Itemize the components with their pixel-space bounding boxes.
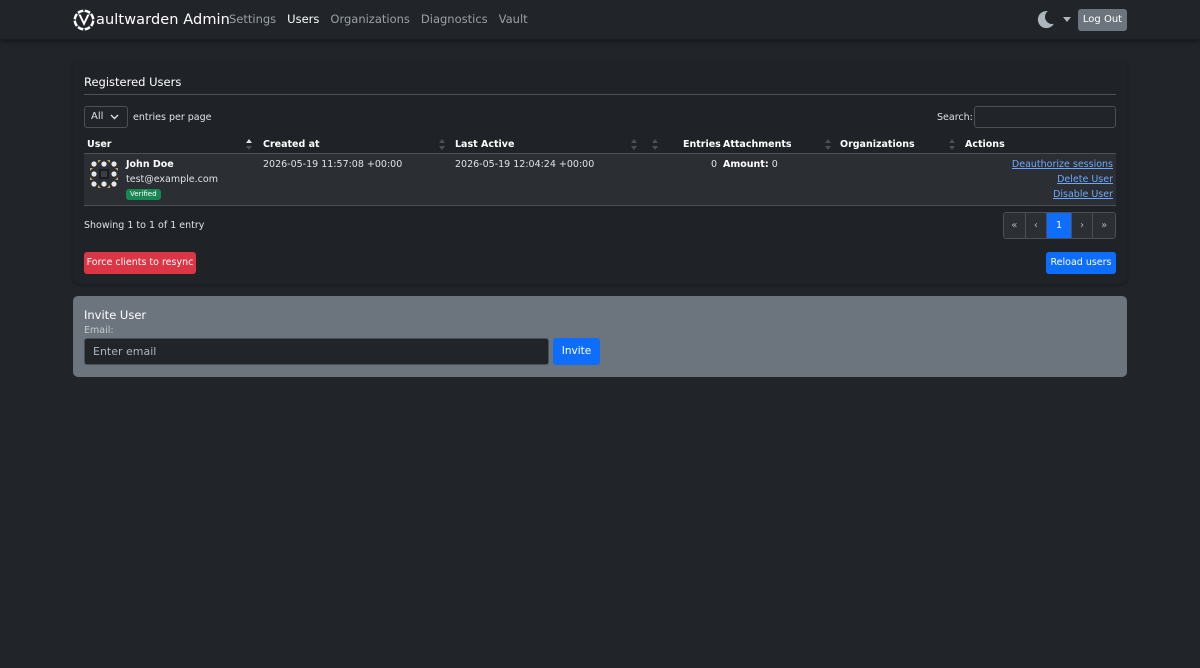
main-nav: Settings Users Organizations Diagnostics…: [229, 12, 539, 26]
verified-badge: Verified: [126, 189, 161, 200]
nav-settings[interactable]: Settings: [229, 12, 276, 26]
search-label: Search:: [937, 112, 973, 123]
nav-users[interactable]: Users: [287, 12, 319, 26]
registered-users-card: Registered Users All entries per page Se…: [73, 62, 1127, 284]
col-last-active[interactable]: Last Active: [455, 139, 514, 150]
sort-icon[interactable]: [631, 139, 637, 150]
top-navbar: aultwarden Admin Settings Users Organiza…: [0, 0, 1200, 40]
entries-per-page-label: entries per page: [133, 112, 212, 123]
registered-users-title: Registered Users: [84, 75, 182, 89]
email-label: Email:: [84, 325, 114, 336]
page-1-button[interactable]: 1: [1047, 213, 1072, 238]
chevron-down-icon: [110, 114, 119, 120]
created-at-cell: 2026-05-19 11:57:08 +00:00: [263, 159, 403, 170]
col-attachments[interactable]: Attachments: [723, 139, 792, 150]
sort-icon[interactable]: [652, 139, 658, 150]
invite-user-title: Invite User: [84, 308, 147, 322]
col-entries[interactable]: Entries: [683, 139, 721, 150]
title-divider: [84, 94, 1116, 95]
invite-user-card: Invite User Email: Invite: [73, 296, 1127, 377]
page-last-button[interactable]: »: [1093, 213, 1115, 238]
col-created-at[interactable]: Created at: [263, 139, 320, 150]
delete-user-link[interactable]: Delete User: [1057, 174, 1113, 185]
brand-title: aultwarden Admin: [96, 12, 230, 28]
sort-icon[interactable]: [825, 139, 831, 150]
disable-user-link[interactable]: Disable User: [1053, 189, 1113, 200]
attachments-amount-label: Amount:: [723, 159, 769, 170]
page-first-button[interactable]: «: [1004, 213, 1026, 238]
invite-button[interactable]: Invite: [553, 338, 600, 365]
theme-toggle-button[interactable]: [1036, 10, 1071, 29]
entries-cell: 0: [711, 159, 718, 170]
attachments-amount-value: 0: [771, 159, 778, 170]
users-table-header: User Created at Last Active Entries Atta…: [84, 136, 1116, 154]
entries-per-page-value: All: [91, 111, 104, 122]
attachments-cell: Amount: 0: [723, 159, 778, 170]
sort-icon[interactable]: [439, 139, 445, 150]
user-name: John Doe: [126, 159, 174, 170]
nav-vault[interactable]: Vault: [499, 12, 528, 26]
logout-button[interactable]: Log Out: [1078, 9, 1127, 31]
deauthorize-sessions-link[interactable]: Deauthorize sessions: [1012, 159, 1113, 170]
user-email: test@example.com: [126, 174, 218, 185]
identicon-avatar: [90, 160, 118, 188]
moon-icon: [1037, 11, 1054, 29]
table-row: John Doe test@example.com Verified 2026-…: [84, 154, 1116, 206]
brand-link[interactable]: aultwarden Admin: [73, 8, 230, 32]
entries-per-page-select[interactable]: All: [84, 106, 128, 128]
col-user[interactable]: User: [87, 139, 112, 150]
force-resync-button[interactable]: Force clients to resync: [84, 252, 196, 274]
nav-organizations[interactable]: Organizations: [330, 12, 410, 26]
col-actions: Actions: [965, 139, 1005, 150]
page-prev-button[interactable]: ‹: [1025, 213, 1048, 238]
sort-asc-icon[interactable]: [246, 139, 252, 150]
last-active-cell: 2026-05-19 12:04:24 +00:00: [455, 159, 595, 170]
page-next-button[interactable]: ›: [1071, 213, 1094, 238]
reload-users-button[interactable]: Reload users: [1046, 252, 1116, 274]
pagination: « ‹ 1 › »: [1003, 212, 1116, 239]
search-input[interactable]: [974, 106, 1116, 128]
vaultwarden-logo-icon: [73, 9, 95, 31]
sort-icon[interactable]: [949, 139, 955, 150]
nav-diagnostics[interactable]: Diagnostics: [421, 12, 488, 26]
col-organizations[interactable]: Organizations: [840, 139, 915, 150]
caret-down-icon: [1063, 17, 1071, 22]
table-info: Showing 1 to 1 of 1 entry: [84, 220, 205, 231]
email-input[interactable]: [84, 338, 549, 365]
